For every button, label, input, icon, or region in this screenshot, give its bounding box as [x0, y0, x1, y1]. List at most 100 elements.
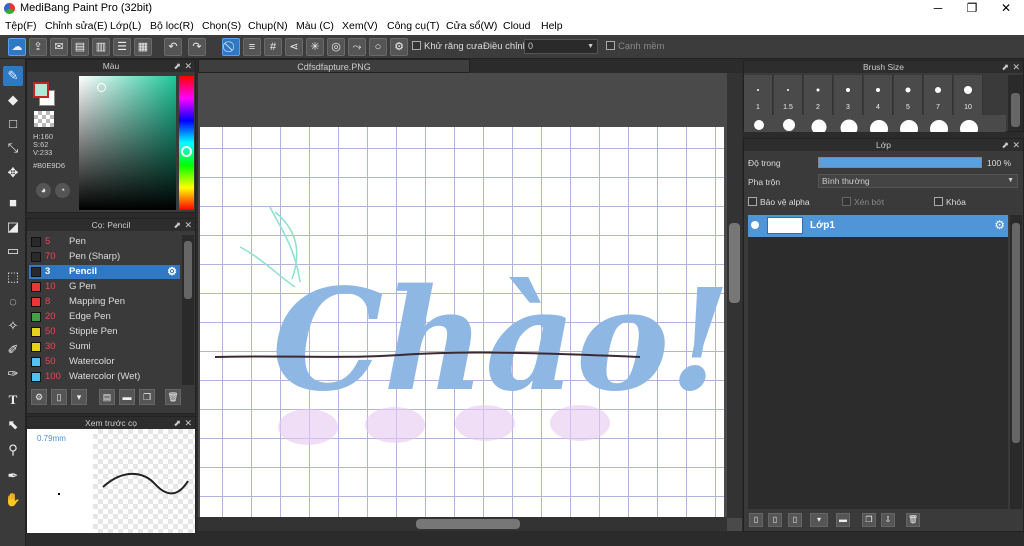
menu-color[interactable]: Màu (C) — [296, 20, 334, 32]
brush-size-cell[interactable]: 10 — [954, 75, 983, 115]
parallel-snap-icon[interactable]: ≡ — [243, 38, 261, 56]
brush-size-cell[interactable]: 2 — [804, 75, 833, 115]
protect-alpha-checkbox[interactable]: Bảo vệ alpha — [748, 197, 810, 207]
add-brush-icon[interactable]: ▾ — [71, 389, 87, 405]
select-eraser-tool-icon[interactable]: ✑ — [3, 364, 23, 384]
brush-size-cell[interactable]: 1 — [744, 75, 773, 115]
undock-icon[interactable]: ⬈ — [173, 417, 181, 429]
fill-rect-tool-icon[interactable]: ■ — [3, 193, 23, 213]
color-settings-icon[interactable]: ◔ — [55, 183, 70, 198]
horizontal-scrollbar[interactable] — [198, 517, 727, 531]
size-dot[interactable] — [811, 119, 827, 132]
size-dot[interactable] — [960, 120, 978, 132]
circle-snap-icon[interactable]: ◎ — [327, 38, 345, 56]
close-button[interactable]: ✕ — [989, 0, 1023, 17]
close-icon[interactable]: ✕ — [184, 417, 192, 429]
undock-icon[interactable]: ⬈ — [1001, 61, 1009, 73]
new-brush-icon[interactable]: ▯ — [51, 389, 67, 405]
add-layer-menu-icon[interactable]: ▾ — [810, 513, 828, 527]
hue-slider[interactable] — [179, 76, 194, 210]
operation-tool-icon[interactable]: ⬉ — [3, 415, 23, 435]
brush-size-cell[interactable]: 4 — [864, 75, 893, 115]
scrollbar-thumb[interactable] — [1011, 93, 1020, 127]
bucket-tool-icon[interactable]: ◪ — [3, 217, 23, 237]
maximize-button[interactable]: ❐ — [955, 0, 989, 17]
menu-view[interactable]: Xem(V) — [342, 20, 378, 32]
menu-layer[interactable]: Lớp(L) — [110, 20, 141, 32]
dot-tool-icon[interactable]: ⤡ — [3, 138, 23, 158]
size-dot[interactable] — [870, 120, 888, 132]
curve-snap-icon[interactable]: ⤳ — [348, 38, 366, 56]
undock-icon[interactable]: ⬈ — [173, 60, 181, 72]
undock-icon[interactable]: ⬈ — [1001, 139, 1009, 151]
hand-tool-icon[interactable]: ✋ — [3, 490, 23, 510]
snap-off-icon[interactable]: ⃠ — [222, 38, 240, 56]
grid-icon[interactable]: ▦ — [134, 38, 152, 56]
close-icon[interactable]: ✕ — [184, 219, 192, 231]
brush-manage-icon[interactable]: ⚙ — [31, 389, 47, 405]
brush-item[interactable]: 3 Pencil ⚙ — [29, 265, 180, 279]
scrollbar[interactable] — [1008, 75, 1023, 131]
correction-select[interactable]: 0 ▼ — [524, 39, 598, 54]
brush-size-cell[interactable]: 5 — [894, 75, 923, 115]
opacity-slider[interactable] — [818, 157, 982, 168]
undock-icon[interactable]: ⬈ — [173, 219, 181, 231]
current-color-swatch[interactable] — [33, 82, 49, 98]
gradient-tool-icon[interactable]: ▭ — [3, 241, 23, 261]
magic-wand-tool-icon[interactable]: ✧ — [3, 316, 23, 336]
menu-select[interactable]: Chọn(S) — [202, 20, 241, 32]
share-icon[interactable]: ⇪ — [29, 38, 47, 56]
cross-snap-icon[interactable]: # — [264, 38, 282, 56]
dropper-tool-icon[interactable]: ⚲ — [3, 440, 23, 460]
folder-icon[interactable]: ▬ — [119, 389, 135, 405]
hue-knob[interactable] — [181, 146, 192, 157]
picker-knob[interactable] — [97, 83, 106, 92]
document-icon[interactable]: ▥ — [92, 38, 110, 56]
close-icon[interactable]: ✕ — [1012, 139, 1020, 151]
scrollbar-thumb[interactable] — [416, 519, 520, 529]
layer-item[interactable]: Lớp1 ⚙ — [748, 215, 1008, 237]
select-tool-icon[interactable]: ⬚ — [3, 267, 23, 287]
scrollbar[interactable] — [1010, 215, 1022, 509]
eyedropper-tool-icon[interactable]: ✒ — [3, 466, 23, 486]
lock-checkbox[interactable]: Khóa — [934, 197, 966, 207]
duplicate-icon[interactable]: ❐ — [139, 389, 155, 405]
transparent-color-swatch[interactable] — [34, 111, 54, 127]
brush-item[interactable]: 10 G Pen — [29, 280, 180, 294]
new-layer-icon[interactable]: ▯ — [749, 513, 763, 527]
size-dot[interactable] — [783, 119, 795, 131]
brush-tool-icon[interactable]: ✎ — [3, 66, 23, 86]
scrollbar[interactable] — [182, 235, 194, 385]
smooth-edge-checkbox[interactable]: Cạnh mềm — [606, 41, 664, 52]
shape-tool-icon[interactable]: □ — [3, 114, 23, 134]
settings-icon[interactable]: ⚙ — [390, 38, 408, 56]
brush-item[interactable]: 20 Edge Pen — [29, 310, 180, 324]
palette-icon[interactable]: ◕ — [36, 183, 51, 198]
vertical-scrollbar[interactable] — [727, 73, 742, 518]
gear-icon[interactable]: ⚙ — [167, 265, 177, 279]
undo-icon[interactable]: ↶ — [164, 38, 182, 56]
lasso-tool-icon[interactable]: ◌ — [3, 292, 23, 312]
menu-window[interactable]: Cửa sổ(W) — [446, 20, 497, 32]
antialias-checkbox[interactable]: Khử răng cưa — [412, 41, 483, 52]
trash-icon[interactable]: 🗑 — [165, 389, 181, 405]
clipping-checkbox[interactable]: Xén bớt — [842, 197, 884, 207]
menu-capture[interactable]: Chụp(N) — [248, 20, 288, 32]
brush-size-cell[interactable]: 3 — [834, 75, 863, 115]
new-halftone-layer-icon[interactable]: ▯ — [768, 513, 782, 527]
cloud-icon[interactable]: ☁ — [8, 38, 26, 56]
gear-icon[interactable]: ⚙ — [994, 218, 1005, 232]
menu-cloud[interactable]: Cloud — [503, 20, 530, 32]
move-tool-icon[interactable]: ✥ — [3, 163, 23, 183]
size-dot[interactable] — [900, 120, 918, 132]
new-8bit-layer-icon[interactable]: ▯ — [788, 513, 802, 527]
scrollbar-thumb[interactable] — [184, 241, 192, 299]
duplicate-layer-icon[interactable]: ❐ — [862, 513, 876, 527]
brush-item[interactable]: 70 Pen (Sharp) — [29, 250, 180, 264]
saturation-brightness-picker[interactable] — [79, 76, 176, 210]
brush-size-cell[interactable]: 1.5 — [774, 75, 803, 115]
brush-item[interactable]: 50 Watercolor — [29, 355, 180, 369]
comment-icon[interactable]: ✉ — [50, 38, 68, 56]
scrollbar-thumb[interactable] — [729, 223, 740, 303]
text-tool-icon[interactable]: T — [3, 390, 23, 410]
